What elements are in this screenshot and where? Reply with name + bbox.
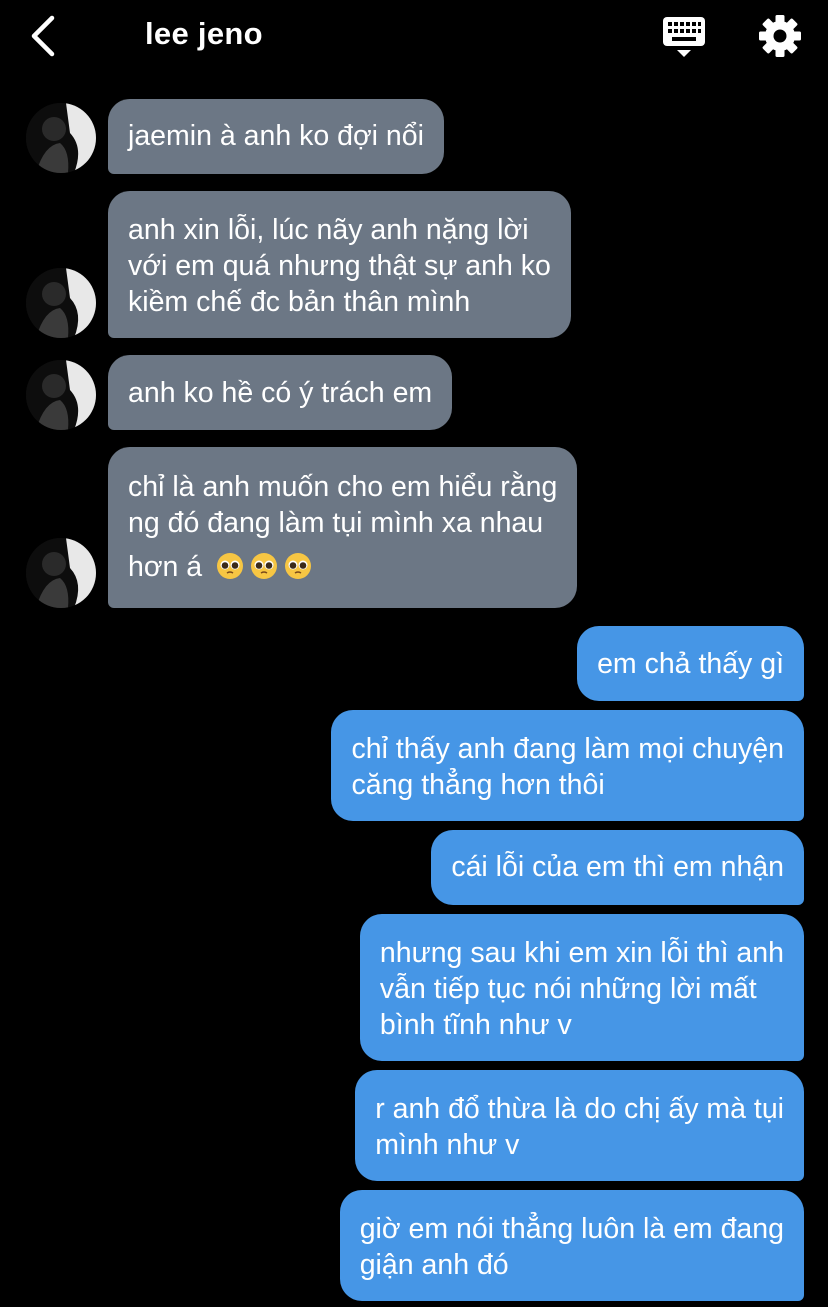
message-line: mình như v <box>375 1129 520 1161</box>
settings-button[interactable] <box>757 13 803 59</box>
message-line: ng đó đang làm tụi mình xa nhau <box>128 507 544 539</box>
conversation-title: lee jeno <box>145 16 263 51</box>
message-line: giận anh đó <box>359 1249 509 1281</box>
incoming-message[interactable]: anh xin lỗi, lúc nãy anh nặng lời với em… <box>108 191 571 338</box>
pleading-face-emoji <box>217 553 244 579</box>
back-button[interactable] <box>26 14 66 58</box>
outgoing-message[interactable]: cái lỗi của em thì em nhận <box>431 830 804 905</box>
incoming-message[interactable]: chỉ là anh muốn cho em hiểu rằng ng đó đ… <box>108 447 578 608</box>
message-line: chỉ là anh muốn cho em hiểu rằng <box>128 471 558 503</box>
message-line: chỉ thấy anh đang làm mọi chuyện <box>351 733 784 765</box>
message-line: em chả thấy gì <box>597 648 784 680</box>
pleading-face-emoji <box>251 553 278 579</box>
outgoing-message[interactable]: chỉ thấy anh đang làm mọi chuyện căng th… <box>331 710 804 821</box>
outgoing-message[interactable]: nhưng sau khi em xin lỗi thì anh vẫn tiế… <box>359 914 804 1061</box>
keyboard-icon <box>663 17 705 57</box>
message-line: vẫn tiếp tục nói những lời mất <box>379 973 757 1005</box>
message-line: anh ko hề có ý trách em <box>128 377 433 409</box>
message-line-with-emoji: hơn á <box>128 549 557 585</box>
keyboard-button[interactable] <box>662 16 706 58</box>
message-line: kiềm chế đc bản thân mình <box>128 286 471 318</box>
message-line: giờ em nói thẳng luôn là em đang <box>359 1213 784 1245</box>
avatar-photo <box>26 360 96 430</box>
contact-avatar[interactable] <box>26 103 96 173</box>
avatar-photo <box>26 268 96 338</box>
outgoing-message[interactable]: giờ em nói thẳng luôn là em đang giận an… <box>339 1190 804 1301</box>
message-line: hơn á <box>128 551 203 583</box>
contact-avatar[interactable] <box>26 268 96 338</box>
gear-icon <box>759 15 801 57</box>
message-line: jaemin à anh ko đợi nổi <box>128 120 424 152</box>
chat-header: lee jeno <box>0 0 828 80</box>
avatar-photo <box>26 538 96 608</box>
message-line: cái lỗi của em thì em nhận <box>451 851 784 883</box>
pleading-face-emoji <box>285 553 312 579</box>
chevron-left-icon <box>31 15 55 57</box>
outgoing-message[interactable]: em chả thấy gì <box>577 626 804 701</box>
avatar-photo <box>26 103 96 173</box>
contact-avatar[interactable] <box>26 360 96 430</box>
message-line: với em quá nhưng thật sự anh ko <box>128 250 551 282</box>
incoming-message[interactable]: anh ko hề có ý trách em <box>108 355 453 430</box>
contact-avatar[interactable] <box>26 538 96 608</box>
incoming-message[interactable]: jaemin à anh ko đợi nổi <box>108 99 444 174</box>
message-line: anh xin lỗi, lúc nãy anh nặng lời <box>128 214 529 246</box>
outgoing-message[interactable]: r anh đổ thừa là do chị ấy mà tụi mình n… <box>355 1070 804 1181</box>
message-line: nhưng sau khi em xin lỗi thì anh <box>379 937 784 969</box>
message-line: căng thẳng hơn thôi <box>351 769 605 801</box>
message-line: bình tĩnh như v <box>379 1009 572 1041</box>
message-line: r anh đổ thừa là do chị ấy mà tụi <box>375 1093 784 1125</box>
